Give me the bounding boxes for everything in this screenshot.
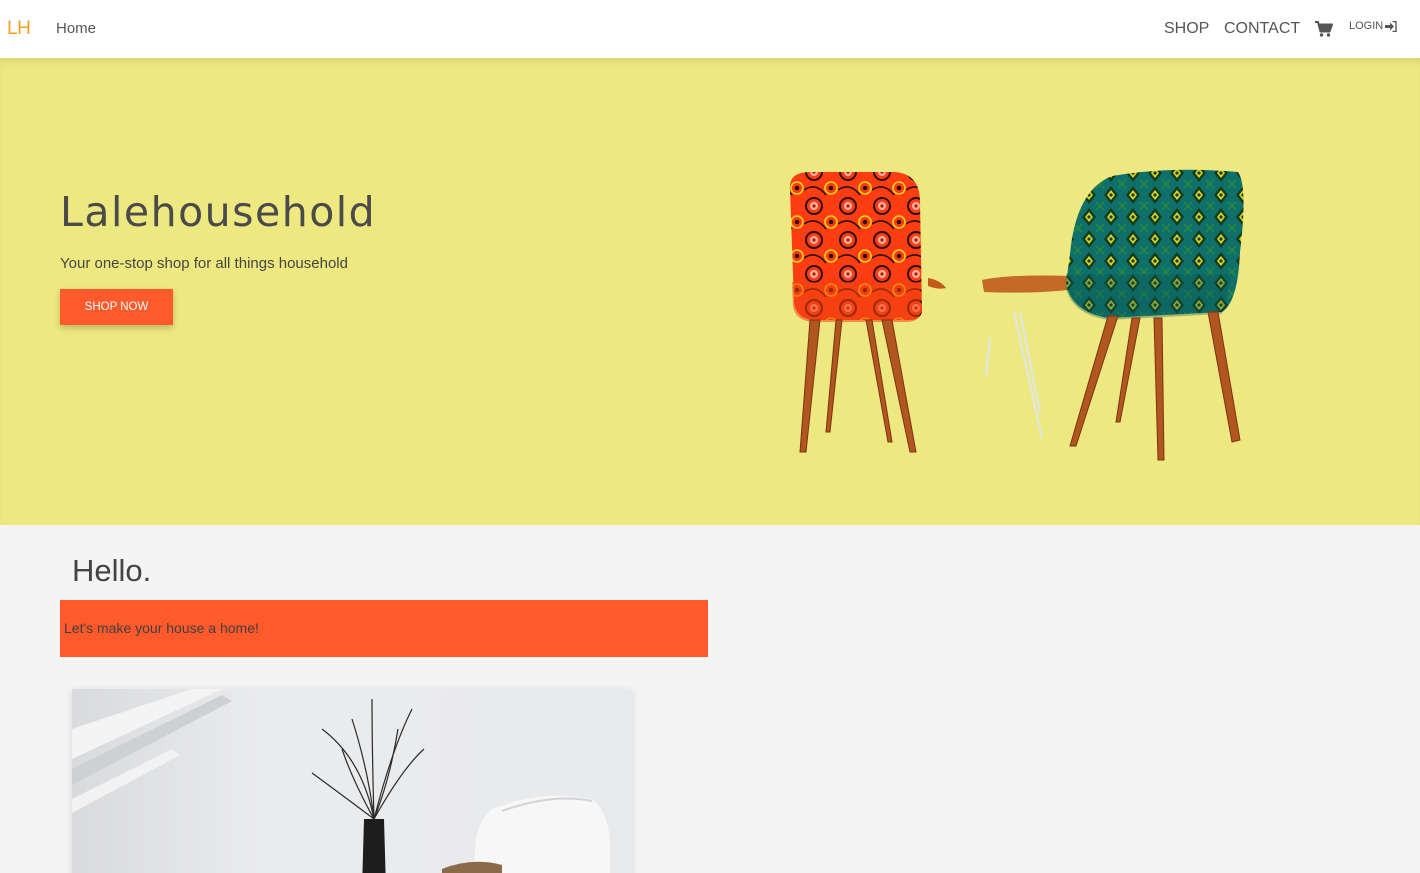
hero-chairs-image	[770, 162, 1270, 472]
interior-photo	[72, 689, 632, 873]
sign-in-icon	[1385, 20, 1397, 32]
shop-now-button[interactable]: SHOP NOW	[60, 289, 173, 325]
welcome-banner: Let's make your house a home!	[60, 600, 708, 657]
login-link[interactable]: LOGIN	[1349, 20, 1397, 32]
login-label: LOGIN	[1349, 20, 1384, 32]
nav-link-contact[interactable]: CONTACT	[1224, 20, 1300, 38]
shopping-cart-icon[interactable]	[1314, 19, 1334, 39]
hero-section: Lalehousehold Your one-stop shop for all…	[0, 58, 1420, 525]
nav-link-shop[interactable]: SHOP	[1164, 20, 1209, 38]
nav-link-home[interactable]: Home	[56, 20, 96, 37]
top-navbar: LH Home SHOP CONTACT LOGIN	[0, 0, 1420, 58]
hero-tagline: Your one-stop shop for all things househ…	[60, 255, 348, 272]
hero-title: Lalehousehold	[60, 188, 377, 236]
greeting-heading: Hello.	[72, 553, 152, 588]
brand-logo[interactable]: LH	[7, 18, 31, 40]
welcome-banner-text: Let's make your house a home!	[64, 620, 259, 636]
